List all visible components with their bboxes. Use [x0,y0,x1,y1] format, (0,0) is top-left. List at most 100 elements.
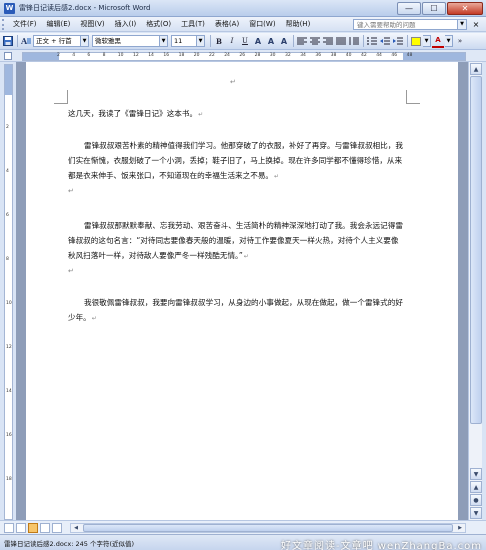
font-size-dropdown-icon[interactable]: ▼ [197,35,205,47]
window-controls: — ☐ ✕ [396,1,483,15]
font-border-button[interactable]: A [252,35,264,48]
menu-edit[interactable]: 编辑(E) [42,19,76,29]
paragraph-mark: ↵ [198,111,204,118]
font-combo[interactable]: 微软雅黑 [92,35,160,47]
vruler-number: 12 [6,345,12,350]
scroll-left-icon[interactable]: ◀ [71,524,81,532]
numbering-icon[interactable] [366,35,378,48]
font-size-combo[interactable]: 11 [171,35,197,47]
paragraph-text: 雷锋叔叔那默默奉献、忘我劳动、艰苦奋斗、生活简朴的精神深深地打动了我。我会永远记… [68,221,403,260]
bold-button[interactable]: B [213,35,225,48]
vertical-scroll-thumb[interactable] [470,76,482,424]
minimize-button[interactable]: — [397,1,421,15]
vruler-number: 18 [6,477,12,482]
browse-object-icon[interactable]: ● [470,494,482,506]
scroll-up-icon[interactable]: ▲ [470,63,482,75]
web-layout-view-button[interactable] [16,523,26,533]
outline-view-button[interactable] [40,523,50,533]
ruler-number: 36 [315,53,322,58]
decrease-indent-icon[interactable] [379,35,391,48]
ruler-number: 46 [391,53,398,58]
normal-view-button[interactable] [4,523,14,533]
close-button[interactable]: ✕ [447,1,483,15]
vruler-number: 6 [6,213,9,218]
ruler-number: 42 [361,53,367,58]
font-color-button[interactable]: A [432,35,444,48]
style-dropdown-icon[interactable]: ▼ [81,35,89,47]
ruler-number: 40 [345,53,352,58]
style-combo[interactable]: 正文 + 行首 [33,35,81,47]
paragraph-frugal[interactable]: 雷锋叔叔艰苦朴素的精神值得我们学习。他那穿破了的衣服，补好了再穿。与雷锋叔叔相比… [68,138,404,184]
help-dropdown-icon[interactable]: ▼ [458,18,467,30]
horizontal-ruler[interactable]: 2 4 6 8 10 12 14 16 18 20 22 24 26 28 30 32 34 36 38 40 42 44… [22,52,466,61]
menu-insert[interactable]: 插入(I) [110,19,142,29]
vruler-number: 4 [6,169,9,174]
ruler-number: 32 [285,53,291,58]
scroll-right-icon[interactable]: ▶ [455,524,465,532]
document-area[interactable]: ↵ 这几天，我读了《雷锋日记》这本书。↵ 雷锋叔叔艰苦朴素的精神值得我们学习。他… [16,62,468,520]
empty-line [68,199,404,218]
document-page[interactable]: ↵ 这几天，我读了《雷锋日记》这本书。↵ 雷锋叔叔艰苦朴素的精神值得我们学习。他… [26,62,458,520]
svg-text:A: A [21,36,28,46]
paragraph-conclusion[interactable]: 我很敬佩雷锋叔叔，我要向雷锋叔叔学习，从身边的小事做起，从现在做起，做一个雷锋式… [68,295,404,326]
align-center-icon[interactable] [309,35,321,48]
scroll-down-icon[interactable]: ▼ [470,468,482,480]
next-page-icon[interactable]: ▼ [470,507,482,519]
horizontal-bar: ◀ ▶ [0,520,486,534]
horizontal-scroll-thumb[interactable] [83,524,453,532]
print-layout-view-button[interactable] [28,523,38,533]
help-search-input[interactable]: 键入需要帮助的问题 [353,18,458,30]
menu-view[interactable]: 视图(V) [75,19,109,29]
underline-button[interactable]: U [239,35,251,48]
char-scale-button[interactable]: A [278,35,290,48]
tab-selector[interactable] [4,52,12,60]
horizontal-scrollbar[interactable]: ◀ ▶ [70,523,466,533]
paragraph-text: 这几天，我读了《雷锋日记》这本书。 [68,109,198,118]
ruler-number: 16 [163,53,170,58]
save-icon[interactable] [2,35,14,48]
justify-icon[interactable] [335,35,347,48]
paragraph-intro[interactable]: 这几天，我读了《雷锋日记》这本书。↵ [68,106,404,122]
window-title: 雷锋日记读后感2.docx - Microsoft Word [19,4,151,12]
header-return-mark: ↵ [230,78,236,86]
italic-button[interactable]: I [226,35,238,48]
vertical-scrollbar[interactable]: ▲ ▼ ▲ ● ▼ [468,62,482,520]
ruler-number: 30 [269,53,276,58]
menu-format[interactable]: 格式(O) [141,19,176,29]
document-body[interactable]: 这几天，我读了《雷锋日记》这本书。↵ 雷锋叔叔艰苦朴素的精神值得我们学习。他那穿… [68,106,404,326]
line-spacing-icon[interactable] [348,35,360,48]
toolbar-separator [407,35,408,47]
increase-indent-icon[interactable] [392,35,404,48]
previous-page-icon[interactable]: ▲ [470,481,482,493]
vruler-number: 14 [6,389,12,394]
word-count-status[interactable]: 雷锋日记读后感2.docx: 245 个字符(近似值) [4,538,134,548]
font-dropdown-icon[interactable]: ▼ [160,35,168,47]
toolbar-separator [363,35,364,47]
toolbar-options-icon[interactable]: » [454,35,466,48]
paragraph-mark: ↵ [91,315,97,322]
highlight-dropdown-icon[interactable]: ▼ [423,35,431,47]
maximize-button[interactable]: ☐ [422,1,446,15]
highlight-swatch [411,36,421,46]
reading-view-button[interactable] [52,523,62,533]
align-right-icon[interactable] [322,35,334,48]
menu-help[interactable]: 帮助(H) [281,19,316,29]
highlight-icon[interactable] [410,35,422,48]
empty-paragraph: ↵ [68,184,404,199]
styles-pane-icon[interactable]: A [20,35,32,48]
font-color-dropdown-icon[interactable]: ▼ [445,35,453,47]
menu-file[interactable]: 文件(F) [8,19,42,29]
watermark-text: 好文章阅读-文章吧 wenZhangBa.com [281,541,482,550]
menu-table[interactable]: 表格(A) [210,19,244,29]
char-shading-button[interactable]: A [265,35,277,48]
crop-mark-top-left [54,90,68,104]
document-close-button[interactable]: × [471,20,481,29]
menu-tools[interactable]: 工具(T) [176,19,210,29]
menu-window[interactable]: 窗口(W) [244,19,280,29]
paragraph-quote[interactable]: 雷锋叔叔那默默奉献、忘我劳动、艰苦奋斗、生活简朴的精神深深地打动了我。我会永远记… [68,218,404,264]
ruler-number: 38 [330,53,337,58]
vertical-ruler[interactable]: 2 4 6 8 10 12 14 16 18 [4,64,13,520]
align-left-icon[interactable] [296,35,308,48]
word-app-icon[interactable]: W [4,2,15,14]
toolbar-separator [293,35,294,47]
